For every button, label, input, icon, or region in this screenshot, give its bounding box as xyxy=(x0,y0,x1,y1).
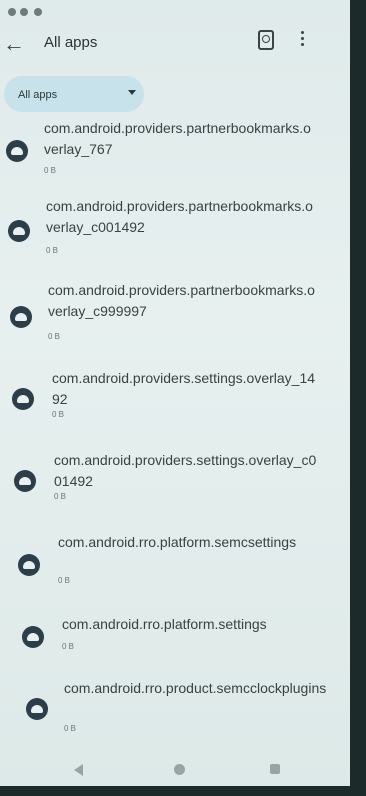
list-item[interactable]: com.android.rro.platform.semcsettings 0 … xyxy=(0,532,350,612)
status-bar xyxy=(0,0,350,22)
android-app-icon xyxy=(8,220,30,242)
list-item[interactable]: com.android.rro.product.semcclockplugins… xyxy=(0,676,350,756)
list-item[interactable]: com.android.providers.partnerbookmarks.o… xyxy=(0,194,350,274)
app-storage-size: 0 B xyxy=(64,724,77,733)
app-package-name: com.android.rro.product.semcclockplugins xyxy=(64,680,327,696)
app-package-name: com.android.providers.settings.overlay_1… xyxy=(52,370,316,407)
app-package-name: com.android.rro.platform.settings xyxy=(62,616,267,632)
app-package-name: com.android.rro.platform.semcsettings xyxy=(58,534,297,550)
android-app-icon xyxy=(12,388,34,410)
more-vert-icon[interactable] xyxy=(296,28,308,52)
app-storage-size: 0 B xyxy=(62,642,75,651)
list-item[interactable]: com.android.providers.settings.overlay_c… xyxy=(0,448,350,528)
filter-label: All apps xyxy=(18,89,58,101)
android-app-icon xyxy=(6,140,28,162)
list-item[interactable]: com.android.providers.partnerbookmarks.o… xyxy=(0,114,350,194)
nav-recents-icon[interactable] xyxy=(270,764,280,774)
caret-down-icon xyxy=(128,90,136,95)
nav-home-icon[interactable] xyxy=(174,764,185,775)
notification-icon xyxy=(34,8,42,16)
app-package-name: com.android.providers.partnerbookmarks.o… xyxy=(44,120,311,157)
app-package-name: com.android.providers.partnerbookmarks.o… xyxy=(48,282,315,319)
system-nav-bar xyxy=(0,752,350,786)
settings-status-icon xyxy=(20,8,28,16)
app-storage-size: 0 B xyxy=(52,410,65,419)
list-item[interactable]: com.android.providers.partnerbookmarks.o… xyxy=(0,276,350,356)
app-storage-size: 0 B xyxy=(46,246,59,255)
app-storage-size: 0 B xyxy=(58,576,71,585)
app-package-name: com.android.providers.settings.overlay_c… xyxy=(54,452,317,489)
back-arrow-icon[interactable]: ← xyxy=(0,30,28,58)
app-storage-size: 0 B xyxy=(48,332,61,341)
page-title: All apps xyxy=(44,34,98,51)
phone-screen: ← All apps All apps com.android.provider… xyxy=(0,0,350,786)
android-app-icon xyxy=(22,626,44,648)
app-package-name: com.android.providers.partnerbookmarks.o… xyxy=(46,198,313,235)
android-app-icon xyxy=(14,470,36,492)
android-app-icon xyxy=(10,306,32,328)
list-item[interactable]: com.android.providers.settings.overlay_1… xyxy=(0,366,350,446)
app-storage-size: 0 B xyxy=(44,166,57,175)
app-bar: ← All apps xyxy=(0,22,350,66)
search-apps-icon[interactable] xyxy=(256,30,278,52)
app-filter-dropdown[interactable]: All apps xyxy=(4,76,144,112)
android-app-icon xyxy=(18,554,40,576)
app-storage-size: 0 B xyxy=(54,492,67,501)
signal-icon xyxy=(8,8,16,16)
nav-back-icon[interactable] xyxy=(74,764,83,776)
android-app-icon xyxy=(26,698,48,720)
